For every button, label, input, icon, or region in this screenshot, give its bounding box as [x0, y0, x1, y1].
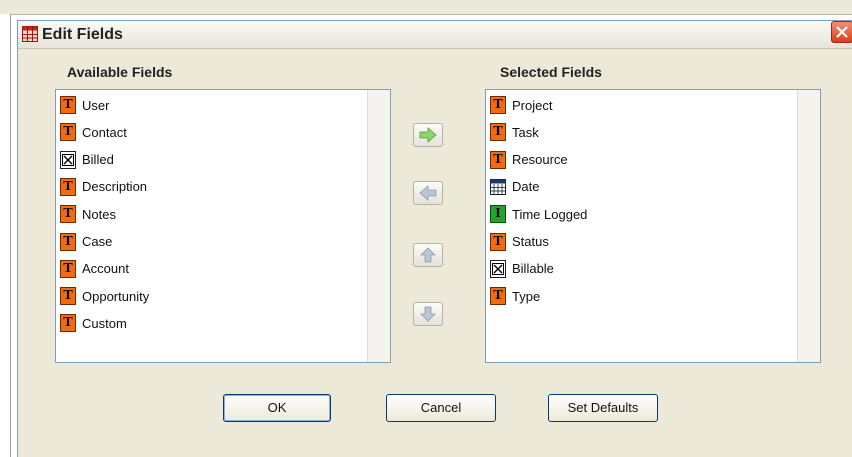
field-label: Notes [82, 206, 116, 222]
text-field-icon: T [60, 259, 76, 278]
selected-field-item[interactable]: I Time Logged [490, 203, 587, 225]
available-list-scrollbar[interactable] [367, 90, 390, 362]
set-defaults-button[interactable]: Set Defaults [548, 394, 658, 422]
text-field-icon: T [490, 150, 506, 169]
text-field-icon: T [60, 205, 76, 224]
text-field-icon: T [60, 232, 76, 251]
close-button[interactable] [831, 21, 852, 43]
field-label: Status [512, 234, 549, 249]
available-field-item[interactable]: T Custom [60, 312, 127, 334]
text-field-icon: T [490, 232, 506, 251]
text-field-icon: T [60, 287, 76, 306]
field-label: Type [512, 288, 541, 304]
arrow-left-icon [419, 185, 437, 201]
integer-field-icon: I [490, 205, 506, 224]
text-field-icon: T [60, 177, 76, 196]
text-field-icon: T [60, 314, 76, 333]
field-label: Date [512, 179, 540, 195]
move-up-button[interactable] [413, 243, 443, 267]
arrow-up-icon [420, 247, 436, 263]
selected-field-item[interactable]: Billable [490, 258, 554, 280]
move-down-button[interactable] [413, 302, 443, 326]
field-label: Resource [512, 152, 568, 168]
selected-list-scrollbar[interactable] [797, 90, 820, 362]
field-label: Account [82, 261, 129, 277]
background-window-edge [0, 14, 11, 457]
field-label: Custom [82, 315, 127, 331]
selected-field-item[interactable]: T Task [490, 121, 539, 143]
available-field-item[interactable]: T Account [60, 258, 129, 280]
text-field-icon: T [490, 96, 506, 114]
field-label: Billable [512, 261, 554, 277]
available-field-item[interactable]: T Contact [60, 121, 127, 143]
background-window-strip [0, 0, 852, 15]
selected-field-item[interactable]: T Project [490, 94, 552, 116]
text-field-icon: T [490, 287, 506, 306]
dialog-title: Edit Fields [42, 26, 123, 43]
ok-button[interactable]: OK [223, 394, 331, 422]
close-icon [836, 26, 848, 38]
selected-fields-list[interactable]: T Project T Task T Resource Date I Time Logged T S… [485, 89, 821, 363]
cancel-button[interactable]: Cancel [386, 394, 496, 422]
add-field-button[interactable] [413, 123, 443, 147]
field-label: Opportunity [82, 288, 150, 304]
available-field-item[interactable]: T Case [60, 231, 112, 253]
text-field-icon: T [60, 123, 76, 142]
boolean-field-icon [490, 259, 506, 278]
field-label: Description [82, 179, 148, 195]
remove-field-button[interactable] [413, 181, 443, 205]
available-field-item[interactable]: T Opportunity [60, 285, 149, 307]
field-label: User [82, 97, 110, 113]
selected-field-item[interactable]: T Type [490, 285, 540, 307]
available-field-item[interactable]: T User [60, 94, 109, 116]
available-fields-list[interactable]: T User T Contact Billed T Description T Notes T Ca… [55, 89, 391, 363]
title-bar[interactable]: Edit Fields [18, 21, 852, 49]
field-label: Project [512, 97, 553, 113]
available-field-item[interactable]: Billed [60, 149, 114, 171]
field-label: Time Logged [512, 206, 588, 222]
selected-field-item[interactable]: Date [490, 176, 539, 198]
date-field-icon [490, 178, 506, 196]
field-label: Task [512, 124, 539, 140]
table-icon [22, 26, 38, 42]
edit-fields-dialog: Edit Fields Available Fields Selected Fi… [17, 20, 852, 457]
boolean-field-icon [60, 150, 76, 169]
selected-field-item[interactable]: T Status [490, 231, 549, 253]
available-fields-heading: Available Fields [67, 64, 173, 80]
arrow-right-icon [419, 127, 437, 143]
field-label: Billed [82, 152, 114, 168]
text-field-icon: T [60, 96, 76, 114]
available-field-item[interactable]: T Notes [60, 203, 116, 225]
field-label: Case [82, 234, 113, 249]
text-field-icon: T [490, 123, 506, 142]
selected-field-item[interactable]: T Resource [490, 149, 568, 171]
selected-fields-heading: Selected Fields [500, 64, 602, 80]
available-field-item[interactable]: T Description [60, 176, 147, 198]
field-label: Contact [82, 124, 127, 140]
arrow-down-icon [420, 306, 436, 322]
